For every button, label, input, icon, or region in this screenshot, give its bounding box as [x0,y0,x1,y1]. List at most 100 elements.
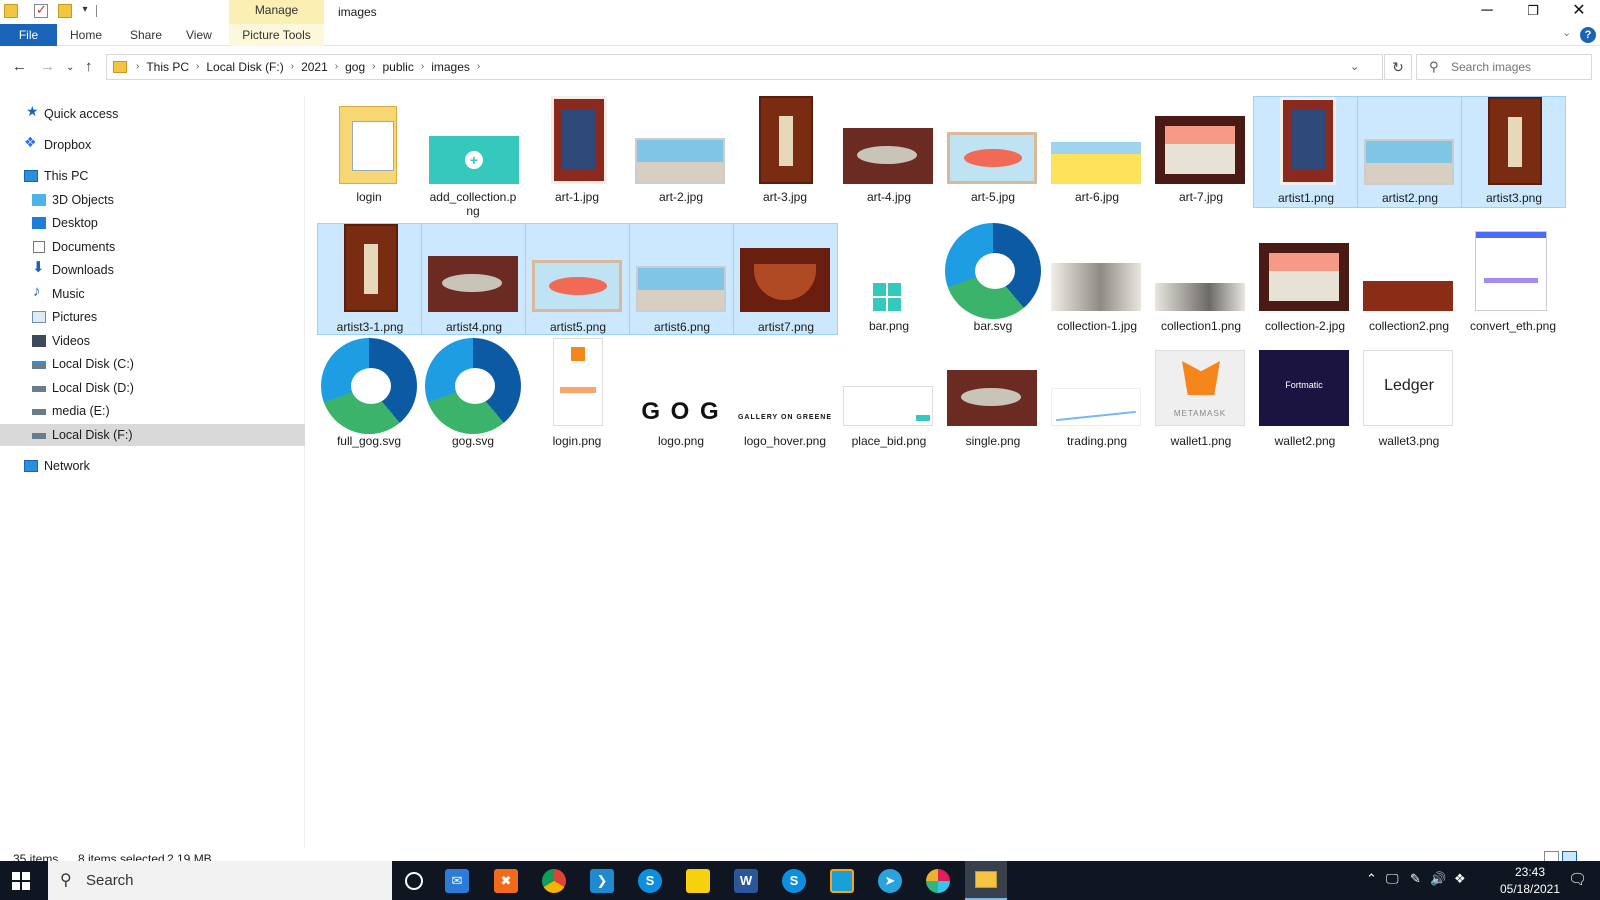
nav-this-pc[interactable]: This PC [0,165,305,187]
file-item[interactable]: art-5.jpg [941,96,1046,208]
file-item[interactable]: artist2.png [1357,96,1462,208]
address-bar[interactable]: › This PC › Local Disk (F:) › 2021 › gog › public… [106,54,1383,80]
file-item[interactable]: GALLERY ON GREENE logo_hover.png [733,338,838,450]
breadcrumb-separator-icon[interactable]: › [332,60,341,74]
help-icon[interactable]: ? [1580,27,1596,43]
new-folder-icon[interactable] [58,4,72,18]
close-button[interactable]: ✕ [1556,0,1600,24]
nav-downloads[interactable]: ⬇ Downloads [0,259,305,281]
recent-locations-button[interactable]: ⌄ [66,62,74,73]
file-item[interactable]: artist3-1.png [317,223,422,335]
file-item[interactable]: place_bid.png [837,338,942,450]
nav-music[interactable]: ♪ Music [0,283,305,305]
tab-picture-tools[interactable]: Picture Tools [229,24,324,46]
file-item[interactable]: collection-2.jpg [1253,223,1358,335]
nav-documents[interactable]: Documents [0,236,305,258]
search-input[interactable] [1451,60,1581,74]
file-item[interactable]: login [317,96,422,208]
file-item[interactable]: art-2.jpg [629,96,734,208]
file-item[interactable]: collection2.png [1357,223,1462,335]
slack-icon[interactable] [926,869,950,893]
forward-button[interactable]: → [40,58,55,75]
breadcrumb-item[interactable]: This PC [142,60,193,74]
file-explorer-taskbar-button[interactable] [965,861,1007,900]
back-button[interactable]: ← [12,58,27,75]
taskbar-search[interactable]: ⚲ Search [48,861,392,900]
file-item[interactable]: bar.svg [941,223,1046,335]
nav-local-disk-c[interactable]: Local Disk (C:) [0,353,305,375]
file-item[interactable]: artist4.png [421,223,526,335]
expand-ribbon-icon[interactable]: ⌄ [1562,26,1571,39]
file-item[interactable]: collection1.png [1149,223,1254,335]
breadcrumb-separator-icon[interactable]: › [288,60,297,74]
properties-icon[interactable] [34,2,48,18]
file-item[interactable]: METAMASK wallet1.png [1149,338,1254,450]
up-button[interactable]: ↑ [85,58,93,75]
clock-time[interactable]: 23:43 [1500,865,1560,879]
nav-pictures[interactable]: Pictures [0,306,305,328]
file-item[interactable]: single.png [941,338,1046,450]
nav-network[interactable]: Network [0,455,305,477]
file-item[interactable]: collection-1.jpg [1045,223,1150,335]
clock-date[interactable]: 05/18/2021 [1490,882,1570,896]
file-item[interactable]: artist6.png [629,223,734,335]
nav-quick-access[interactable]: ★ Quick access [0,103,305,125]
nav-desktop[interactable]: Desktop [0,212,305,234]
breadcrumb-separator-icon[interactable]: › [133,60,142,74]
volume-icon[interactable]: 🔊 [1430,871,1446,887]
file-item[interactable]: G O G logo.png [629,338,734,450]
nav-local-disk-d[interactable]: Local Disk (D:) [0,377,305,399]
manage-context-tab[interactable]: Manage [229,0,324,24]
windows-start-icon[interactable] [12,872,30,890]
breadcrumb-item[interactable]: Local Disk (F:) [202,60,287,74]
nav-videos[interactable]: Videos [0,330,305,352]
xampp-icon[interactable]: ✖ [494,869,518,893]
file-item[interactable]: art-1.jpg [525,96,630,208]
nav-3d-objects[interactable]: 3D Objects [0,189,305,211]
pen-icon[interactable]: ✎ [1410,871,1421,887]
vscode-icon[interactable]: ❯ [590,869,614,893]
virtualbox-icon[interactable] [830,869,854,893]
skype-icon[interactable]: S [782,869,806,893]
file-item[interactable]: art-6.jpg [1045,96,1150,208]
file-item[interactable]: Ledger wallet3.png [1357,338,1462,450]
file-item[interactable]: Fortmatic wallet2.png [1253,338,1358,450]
tab-file[interactable]: File [0,24,57,46]
breadcrumb-item[interactable]: 2021 [297,60,332,74]
sticky-notes-icon[interactable] [686,869,710,893]
network-icon[interactable]: 🖵 [1386,871,1399,887]
tab-view[interactable]: View [172,24,226,46]
breadcrumb-item[interactable]: public [378,60,417,74]
file-item[interactable]: trading.png [1045,338,1150,450]
breadcrumb-separator-icon[interactable]: › [369,60,378,74]
file-item[interactable]: art-7.jpg [1149,96,1254,208]
file-item[interactable]: gog.svg [421,338,526,450]
breadcrumb-separator-icon[interactable]: › [418,60,427,74]
breadcrumb-item[interactable]: images [427,60,474,74]
word-icon[interactable]: W [734,869,758,893]
chevron-up-icon[interactable]: ⌃ [1366,871,1377,887]
nav-local-disk-f[interactable]: Local Disk (F:) [0,424,305,446]
breadcrumb-separator-icon[interactable]: › [474,60,483,74]
customize-toolbar-icon[interactable]: ▾ [78,4,92,18]
tab-share[interactable]: Share [116,24,176,46]
file-item[interactable]: convert_eth.png [1461,223,1566,335]
maximize-button[interactable]: ❐ [1510,0,1556,24]
telegram-icon[interactable]: ➤ [878,869,902,893]
breadcrumb-item[interactable]: gog [341,60,369,74]
file-item[interactable]: login.png [525,338,630,450]
breadcrumb-separator-icon[interactable]: › [193,60,202,74]
chevron-down-icon[interactable]: ⌄ [1350,60,1359,73]
file-item[interactable]: + add_collection.p ng [421,96,526,223]
chrome-icon[interactable] [542,869,566,893]
search-box[interactable]: ⚲ [1416,54,1592,80]
file-item[interactable]: full_gog.svg [317,338,422,450]
mail-icon[interactable]: ✉ [445,869,469,893]
nav-dropbox[interactable]: ❖ Dropbox [0,134,305,156]
refresh-button[interactable]: ↻ [1384,54,1412,80]
file-item[interactable]: art-3.jpg [733,96,838,208]
notifications-icon[interactable]: 🗨 [1568,870,1587,888]
file-item[interactable]: artist1.png [1253,96,1358,208]
file-item[interactable]: artist7.png [733,223,838,335]
nav-media-e[interactable]: media (E:) [0,400,305,422]
